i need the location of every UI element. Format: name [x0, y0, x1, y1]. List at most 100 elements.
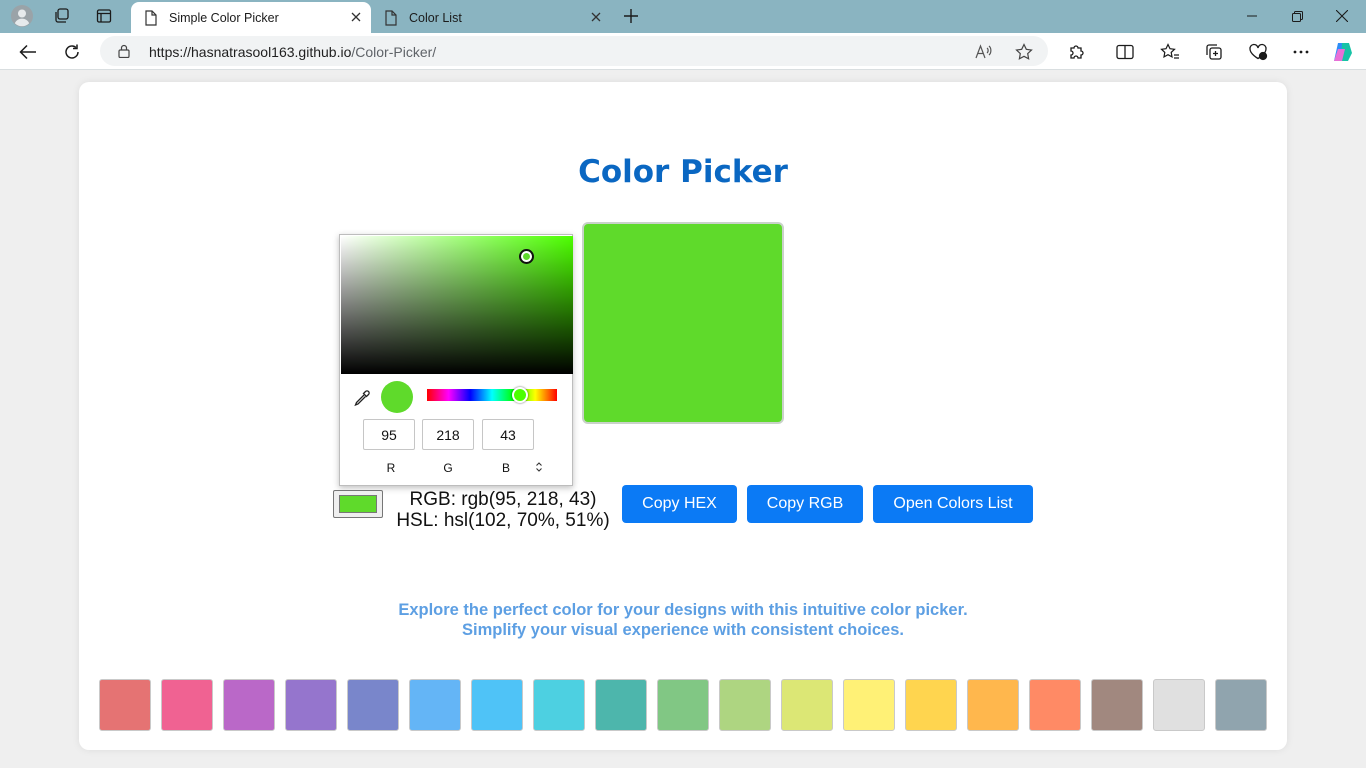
mode-toggle-button[interactable]	[532, 459, 546, 475]
close-icon[interactable]	[349, 10, 363, 24]
close-icon[interactable]	[589, 10, 603, 24]
palette-swatch[interactable]	[1091, 679, 1143, 731]
new-tab-button[interactable]	[618, 4, 644, 28]
more-icon	[1293, 50, 1309, 54]
tab-simple-color-picker[interactable]: Simple Color Picker	[131, 2, 371, 33]
palette-swatch[interactable]	[657, 679, 709, 731]
red-label: R	[386, 461, 396, 475]
restore-icon	[1291, 10, 1303, 22]
page-icon	[383, 9, 399, 26]
profile-button[interactable]	[9, 4, 35, 28]
description-line-1: Explore the perfect color for your desig…	[398, 601, 968, 619]
palette-swatch[interactable]	[781, 679, 833, 731]
url-text[interactable]: https://hasnatrasool163.github.io/Color-…	[149, 44, 436, 60]
color-input-swatch	[339, 495, 377, 513]
palette-swatch[interactable]	[471, 679, 523, 731]
more-button[interactable]	[1287, 38, 1315, 66]
green-input[interactable]: 218	[422, 419, 474, 450]
hsl-value: HSL: hsl(102, 70%, 51%)	[396, 510, 610, 531]
workspaces-icon	[55, 8, 69, 23]
page-title: Color Picker	[578, 154, 788, 190]
open-colors-list-button[interactable]: Open Colors List	[873, 485, 1033, 523]
back-arrow-icon	[19, 44, 36, 60]
description: Explore the perfect color for your desig…	[79, 600, 1287, 640]
collections-icon	[1206, 44, 1222, 60]
address-bar[interactable]: https://hasnatrasool163.github.io/Color-…	[100, 36, 1048, 66]
palette-swatch[interactable]	[347, 679, 399, 731]
lock-icon[interactable]	[117, 44, 131, 58]
palette-swatch[interactable]	[595, 679, 647, 731]
color-input[interactable]	[333, 490, 383, 518]
copilot-button[interactable]	[1329, 38, 1357, 66]
rgb-value: RGB: rgb(95, 218, 43)	[409, 489, 597, 510]
selected-color-swatch	[582, 222, 784, 424]
close-icon	[1336, 10, 1348, 22]
extensions-button[interactable]	[1063, 38, 1091, 66]
red-input[interactable]: 95	[363, 419, 415, 450]
performance-icon	[1249, 43, 1268, 61]
page-viewport: Color Picker 95 218 43 R G B RGB: rgb(95…	[0, 70, 1366, 768]
workspaces-button[interactable]	[49, 4, 75, 28]
extensions-icon	[1070, 45, 1084, 59]
palette-swatch[interactable]	[1215, 679, 1267, 731]
copy-rgb-button[interactable]: Copy RGB	[747, 485, 863, 523]
main-card: Color Picker 95 218 43 R G B RGB: rgb(95…	[79, 82, 1287, 750]
palette-swatch[interactable]	[533, 679, 585, 731]
palette-swatch[interactable]	[1029, 679, 1081, 731]
read-aloud-icon	[975, 44, 992, 59]
color-values: RGB: rgb(95, 218, 43) HSL: hsl(102, 70%,…	[391, 489, 615, 531]
current-color-preview	[381, 381, 413, 413]
up-down-chevron-icon	[536, 462, 542, 472]
back-button[interactable]	[14, 38, 42, 66]
refresh-icon	[65, 44, 79, 59]
copy-hex-button[interactable]: Copy HEX	[622, 485, 737, 523]
eyedropper-button[interactable]	[352, 388, 372, 408]
restore-button[interactable]	[1283, 4, 1311, 28]
page-icon	[143, 9, 159, 26]
tab-actions-icon	[96, 9, 112, 23]
tab-label: Color List	[409, 10, 462, 25]
tab-color-list[interactable]: Color List	[371, 2, 611, 33]
blue-label: B	[501, 461, 510, 475]
split-screen-button[interactable]	[1111, 38, 1139, 66]
toolbar: https://hasnatrasool163.github.io/Color-…	[0, 33, 1366, 70]
palette-swatch[interactable]	[1153, 679, 1205, 731]
palette-swatch[interactable]	[967, 679, 1019, 731]
hue-handle[interactable]	[512, 387, 529, 403]
hue-slider[interactable]	[427, 387, 557, 403]
split-screen-icon	[1116, 44, 1134, 60]
palette-swatch[interactable]	[719, 679, 771, 731]
collections-button[interactable]	[1200, 38, 1228, 66]
performance-button[interactable]	[1244, 38, 1272, 66]
favorite-button[interactable]	[1013, 41, 1035, 63]
palette-swatch[interactable]	[843, 679, 895, 731]
profile-icon	[11, 5, 33, 27]
favorites-button[interactable]	[1156, 38, 1184, 66]
window-close-button[interactable]	[1328, 4, 1356, 28]
copilot-icon	[1334, 43, 1352, 61]
minimize-button[interactable]	[1238, 4, 1266, 28]
blue-input[interactable]: 43	[482, 419, 534, 450]
saturation-value-area[interactable]	[341, 236, 573, 374]
tab-label: Simple Color Picker	[169, 10, 279, 25]
refresh-button[interactable]	[58, 38, 86, 66]
tab-actions-button[interactable]	[91, 4, 117, 28]
green-label: G	[443, 461, 453, 475]
palette-swatch[interactable]	[409, 679, 461, 731]
read-aloud-button[interactable]	[973, 41, 995, 63]
tab-strip: Simple Color Picker Color List	[0, 0, 1366, 33]
palette-swatch[interactable]	[905, 679, 957, 731]
plus-icon	[624, 9, 638, 23]
palette-swatch[interactable]	[99, 679, 151, 731]
description-line-2: Simplify your visual experience with con…	[462, 621, 904, 639]
star-icon	[1015, 43, 1033, 60]
eyedropper-icon	[354, 390, 370, 407]
palette-swatch[interactable]	[223, 679, 275, 731]
url-path: /Color-Picker/	[351, 44, 437, 60]
palette-swatch[interactable]	[161, 679, 213, 731]
color-picker-popup: 95 218 43 R G B	[339, 234, 573, 486]
sv-handle[interactable]	[519, 249, 535, 265]
palette-swatch[interactable]	[285, 679, 337, 731]
minimize-icon	[1247, 15, 1257, 17]
favorites-icon	[1160, 43, 1179, 59]
